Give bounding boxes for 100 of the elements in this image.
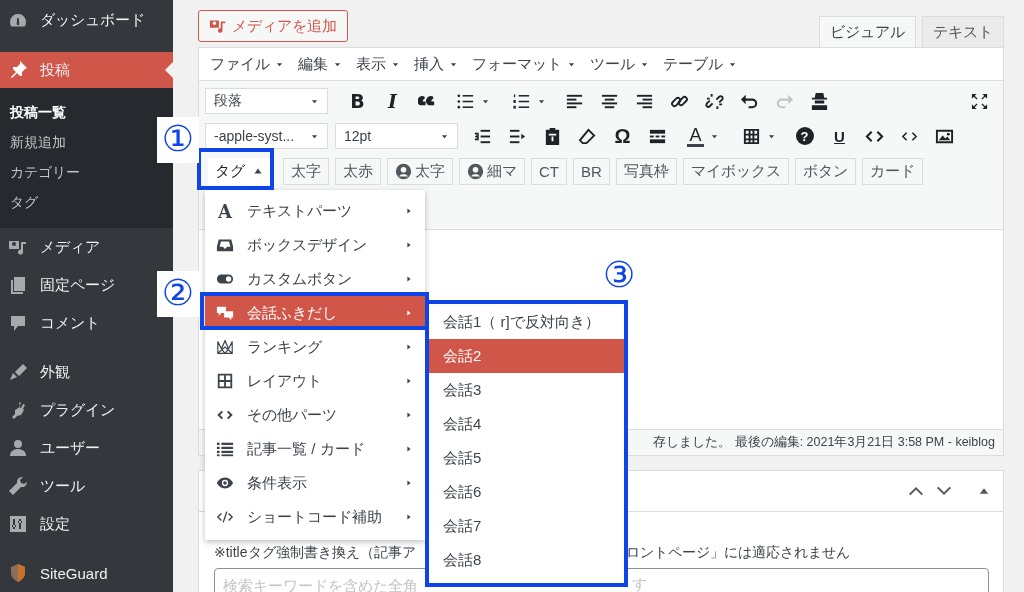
add-media-button[interactable]: メディアを追加 [198,10,348,42]
chat-bubbles-icon [216,304,234,322]
menu-item[interactable]: ランキング [205,330,425,364]
submenu-arrow-icon [405,376,413,386]
note-text: ロントページ」には適応されません [626,544,850,562]
submenu-arrow-icon [405,206,413,216]
menu-item[interactable]: テーブル [656,54,744,74]
menu-item[interactable]: 会話6 [429,475,624,509]
sidebar-subitem[interactable]: 投稿一覧 [0,97,72,127]
sidebar-item[interactable]: コメント [0,304,106,342]
quicktag-button[interactable]: ボタン [794,157,856,185]
brush-icon [8,362,28,382]
underline-button[interactable]: U [822,121,857,151]
menu-item[interactable]: ボックスデザイン [205,228,425,262]
menu-item[interactable]: 会話5 [429,441,624,475]
italic-button[interactable]: I [375,86,410,116]
sidebar-item[interactable]: SiteGuard [0,554,114,592]
menu-item[interactable]: 会話7 [429,509,624,543]
tag-menu-button[interactable]: タグ [208,157,270,185]
submenu-arrow-icon [405,444,413,454]
table-icon[interactable] [742,126,761,146]
shield-icon [8,563,28,583]
menu-item[interactable]: 会話3 [429,373,624,407]
quicktag-button[interactable]: 写真枠 [615,157,677,185]
speech-bubble-icon [8,313,28,333]
sidebar-subitem[interactable]: タグ [0,187,44,217]
menu-item[interactable]: 条件表示 [205,466,425,500]
menu-item[interactable]: 挿入 [407,54,465,74]
menu-item[interactable]: 会話8 [429,543,624,577]
list-icon [216,440,234,458]
sidebar-subitem[interactable]: カテゴリー [0,157,86,187]
pages-icon [8,275,28,295]
sliders-icon [8,514,28,534]
menu-item[interactable]: A テキストパーツ [205,194,425,228]
quicktag-button[interactable]: 太字 [387,157,453,185]
sidebar-item[interactable]: プラグイン [0,391,121,429]
submenu-arrow-icon [405,240,413,250]
menu-item[interactable]: フォーマット [465,54,583,74]
sidebar-item[interactable]: ダッシュボード [0,0,151,41]
quicktag-button[interactable]: カード [861,157,923,185]
sidebar-item[interactable]: 外観 [0,353,76,391]
letter-icon: A [216,200,234,222]
menu-item[interactable]: 編集 [291,54,349,74]
sidebar-subitem[interactable]: 新規追加 [0,127,72,157]
menu-item[interactable]: 記事一覧 / カード [205,432,425,466]
step-number: ① [157,117,199,163]
menu-item[interactable]: カスタムボタン [205,262,425,296]
step-number: ② [157,271,199,317]
symbol-button[interactable]: Ω [605,121,640,151]
submenu-arrow-icon [405,478,413,488]
menu-item[interactable]: 会話1（ r]で反対向き） [429,305,624,339]
quicktag-button[interactable]: 太赤 [335,157,381,185]
placeholder-text: す [632,575,647,592]
bold-button[interactable]: B [340,86,375,116]
user-circle-icon [467,162,484,180]
hat-figure-icon[interactable] [810,91,829,111]
user-icon [8,438,28,458]
fullscreen-icon[interactable] [970,91,989,111]
quicktag-button[interactable]: 細マ [459,157,525,185]
crown-icon [216,338,234,356]
quicktag-button[interactable]: CT [531,157,567,185]
wrench-icon [8,476,28,496]
sidebar-item[interactable]: 設定 [0,505,76,543]
menu-item[interactable]: ツール [583,54,656,74]
dropdown-select[interactable]: 段落 [205,88,328,114]
editor-tab[interactable]: ビジュアル [819,16,916,47]
menu-item[interactable]: レイアウト [205,364,425,398]
menu-item[interactable]: 表示 [349,54,407,74]
eraser-icon[interactable] [578,126,597,146]
clipboard-icon[interactable] [543,126,562,146]
sidebar-item[interactable]: ツール [0,467,91,505]
submenu-arrow-icon [405,274,413,284]
text-color-button[interactable]: A [687,125,704,147]
sidebar-item[interactable]: ユーザー [0,429,106,467]
numbered-list-icon[interactable] [512,91,531,111]
note-text: ※titleタグ強制書き換え（記事ア [214,544,417,562]
dropdown-select[interactable]: -apple-syst... [205,123,328,149]
step-number: ③ [603,253,636,297]
grid-icon [216,372,234,390]
submenu-arrow-icon [405,512,413,522]
caret-up-icon [253,166,263,176]
submenu-arrow-icon [405,308,413,318]
menu-item[interactable]: その他パーツ [205,398,425,432]
help-button[interactable]: ? [795,127,814,145]
submenu-arrow-icon [405,342,413,352]
user-circle-icon [395,162,412,180]
menu-item[interactable]: 会話4 [429,407,624,441]
quicktag-button[interactable]: 太字 [283,157,329,185]
sidebar-item[interactable]: 固定ページ [0,266,121,304]
sidebar-item[interactable]: 投稿 [0,52,173,88]
sidebar-item[interactable]: メディア [0,228,106,266]
editor-tab[interactable]: テキスト [922,16,1004,47]
menu-item[interactable]: 会話2 [429,339,624,373]
menu-item[interactable]: ショートコード補助 [205,500,425,534]
submenu-arrow-icon [405,410,413,420]
dropdown-select[interactable]: 12pt [335,123,458,149]
quicktag-button[interactable]: マイボックス [682,157,789,185]
quicktag-button[interactable]: BR [573,157,610,185]
status-text: 存しました。 最後の編集: 2021年3月21日 3:58 PM - keiblog [653,434,995,451]
menu-item[interactable]: ファイル [203,54,291,74]
